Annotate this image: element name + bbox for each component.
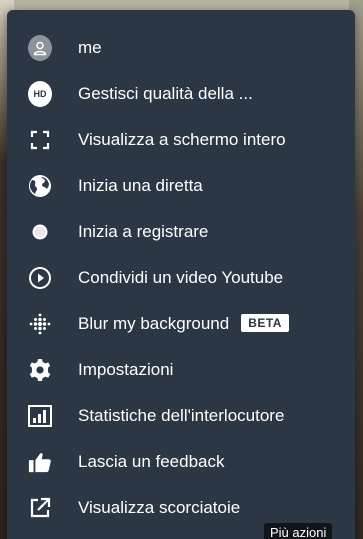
menu-item-label: Impostazioni: [78, 360, 174, 379]
gear-icon: [28, 358, 52, 382]
menu-item-label: Statistiche dell'interlocutore: [78, 406, 285, 425]
menu-item-label: Visualizza a schermo intero: [78, 130, 286, 149]
menu-item-share-youtube[interactable]: Condividi un video Youtube: [7, 255, 355, 301]
menu-item-live-stream[interactable]: Inizia una diretta: [7, 163, 355, 209]
menu-item-blur-background[interactable]: Blur my background BETA: [7, 301, 355, 347]
external-link-icon: [28, 496, 52, 520]
menu-item-fullscreen[interactable]: Visualizza a schermo intero: [7, 117, 355, 163]
blur-dots-icon: [28, 312, 52, 336]
hd-icon: HD: [28, 81, 52, 107]
menu-item-record[interactable]: Inizia a registrare: [7, 209, 355, 255]
menu-item-label: Inizia a registrare: [78, 222, 209, 241]
menu-item-label: Inizia una diretta: [78, 176, 203, 195]
menu-item-label: me: [78, 38, 102, 57]
menu-item-label: Blur my background BETA: [78, 314, 289, 334]
menu-item-label: Gestisci qualità della ...: [78, 84, 253, 103]
avatar-icon: [28, 35, 52, 61]
menu-item-feedback[interactable]: Lascia un feedback: [7, 439, 355, 485]
menu-item-me[interactable]: me: [7, 25, 355, 71]
menu-item-settings[interactable]: Impostazioni: [7, 347, 355, 393]
beta-badge: BETA: [241, 314, 289, 332]
record-icon: [28, 220, 52, 244]
play-circle-icon: [28, 266, 52, 290]
bar-chart-icon: [28, 404, 52, 428]
menu-item-label: Lascia un feedback: [78, 452, 225, 471]
more-actions-tooltip: Più azioni: [264, 523, 333, 539]
thumbs-up-icon: [28, 450, 52, 474]
menu-item-label: Visualizza scorciatoie: [78, 498, 241, 517]
menu-item-remote-stats[interactable]: Statistiche dell'interlocutore: [7, 393, 355, 439]
fullscreen-icon: [28, 128, 52, 152]
more-actions-menu: me HD Gestisci qualità della ... Visuali…: [7, 10, 355, 539]
menu-item-label: Condividi un video Youtube: [78, 268, 284, 287]
menu-item-quality[interactable]: HD Gestisci qualità della ...: [7, 71, 355, 117]
globe-icon: [28, 174, 52, 198]
